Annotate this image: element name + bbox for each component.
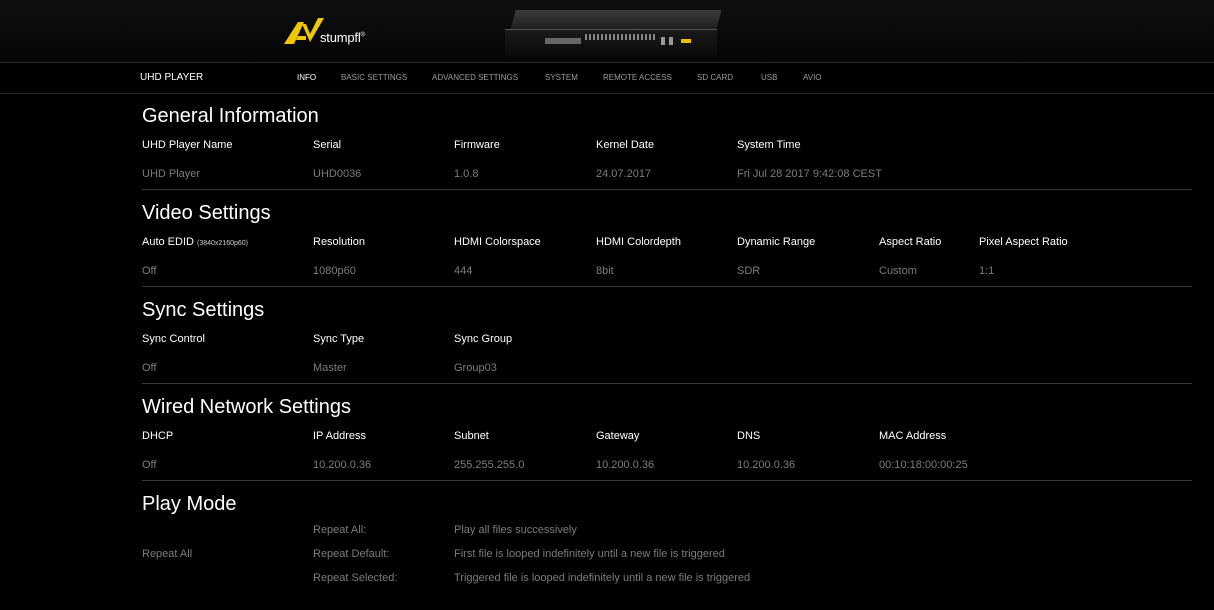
section-title: Video Settings bbox=[142, 202, 271, 224]
label-serial: Serial bbox=[313, 139, 342, 151]
header: stumpfl® bbox=[0, 0, 1214, 62]
current-play-mode: Repeat All bbox=[142, 548, 193, 560]
label-firmware: Firmware bbox=[454, 139, 500, 151]
label-sync-type: Sync Type bbox=[313, 333, 365, 345]
value-resolution: 1080p60 bbox=[313, 265, 356, 277]
label-dhcp: DHCP bbox=[142, 430, 174, 442]
tab-info[interactable]: INFO bbox=[297, 73, 316, 82]
option-repeat-all-name: Repeat All: bbox=[313, 524, 367, 536]
info-content: General Information UHD Player Name Seri… bbox=[142, 93, 1192, 591]
label-pixel-aspect-ratio: Pixel Aspect Ratio bbox=[979, 236, 1068, 248]
value-system-time: Fri Jul 28 2017 9:42:08 CEST bbox=[737, 168, 882, 180]
option-repeat-default-desc: First file is looped indefinitely until … bbox=[454, 548, 725, 560]
tab-sd-card[interactable]: SD CARD bbox=[697, 73, 733, 82]
label-gateway: Gateway bbox=[596, 430, 640, 442]
nav-bar: UHD PLAYER INFO BASIC SETTINGS ADVANCED … bbox=[0, 62, 1214, 94]
tab-advanced-settings[interactable]: ADVANCED SETTINGS bbox=[432, 73, 518, 82]
label-dynamic-range: Dynamic Range bbox=[737, 236, 816, 248]
tab-basic-settings[interactable]: BASIC SETTINGS bbox=[341, 73, 407, 82]
section-title: Wired Network Settings bbox=[142, 396, 351, 418]
label-mac-address: MAC Address bbox=[879, 430, 947, 442]
wired-network-section: Wired Network Settings DHCP IP Address S… bbox=[142, 392, 1192, 481]
tab-remote-access[interactable]: REMOTE ACCESS bbox=[603, 73, 672, 82]
value-firmware: 1.0.8 bbox=[454, 168, 479, 180]
av-logo-icon bbox=[284, 18, 324, 44]
value-sync-type: Master bbox=[313, 362, 347, 374]
edid-note: (3840x2160p60) bbox=[197, 240, 249, 247]
label-row: DHCP IP Address Subnet Gateway DNS MAC A… bbox=[142, 422, 1192, 451]
play-mode-option-row: Repeat All Repeat Default: First file is… bbox=[142, 543, 1192, 567]
play-mode-option-row: Repeat All: Play all files successively bbox=[142, 519, 1192, 543]
section-title: General Information bbox=[142, 105, 319, 127]
label-dns: DNS bbox=[737, 430, 761, 442]
value-serial: UHD0036 bbox=[313, 168, 362, 180]
label-auto-edid: Auto EDID (3840x2160p60) bbox=[142, 236, 249, 248]
option-repeat-selected-desc: Triggered file is looped indefinitely un… bbox=[454, 572, 751, 584]
value-auto-edid: Off bbox=[142, 265, 157, 277]
label-player-name: UHD Player Name bbox=[142, 139, 233, 151]
value-subnet: 255.255.255.0 bbox=[454, 459, 525, 471]
value-kernel-date: 24.07.2017 bbox=[596, 168, 652, 180]
device-image bbox=[505, 10, 722, 58]
video-settings-section: Video Settings Auto EDID (3840x2160p60) … bbox=[142, 198, 1192, 287]
label-row: UHD Player Name Serial Firmware Kernel D… bbox=[142, 131, 1192, 160]
value-sync-group: Group03 bbox=[454, 362, 497, 374]
brand-name: stumpfl® bbox=[320, 30, 365, 45]
label-row: Auto EDID (3840x2160p60) Resolution HDMI… bbox=[142, 228, 1192, 257]
value-ip-address: 10.200.0.36 bbox=[313, 459, 372, 471]
label-kernel-date: Kernel Date bbox=[596, 139, 655, 151]
tab-usb[interactable]: USB bbox=[761, 73, 777, 82]
label-resolution: Resolution bbox=[313, 236, 365, 248]
nav-title: UHD PLAYER bbox=[140, 72, 204, 83]
option-repeat-all-desc: Play all files successively bbox=[454, 524, 577, 536]
value-row: Off Master Group03 bbox=[142, 354, 1192, 383]
label-hdmi-colorspace: HDMI Colorspace bbox=[454, 236, 541, 248]
option-repeat-selected-name: Repeat Selected: bbox=[313, 572, 398, 584]
label-ip-address: IP Address bbox=[313, 430, 366, 442]
play-mode-section: Play Mode Repeat All: Play all files suc… bbox=[142, 489, 1192, 591]
label-hdmi-colordepth: HDMI Colordepth bbox=[596, 236, 681, 248]
value-row: Off 10.200.0.36 255.255.255.0 10.200.0.3… bbox=[142, 451, 1192, 480]
value-hdmi-colordepth: 8bit bbox=[596, 265, 614, 277]
sync-settings-section: Sync Settings Sync Control Sync Type Syn… bbox=[142, 295, 1192, 384]
play-mode-option-row: Repeat Selected: Triggered file is loope… bbox=[142, 567, 1192, 591]
value-sync-control: Off bbox=[142, 362, 157, 374]
value-row: UHD Player UHD0036 1.0.8 24.07.2017 Fri … bbox=[142, 160, 1192, 189]
value-pixel-aspect-ratio: 1:1 bbox=[979, 265, 995, 277]
av-stumpfl-logo: stumpfl® bbox=[284, 16, 404, 48]
value-dynamic-range: SDR bbox=[737, 265, 761, 277]
value-aspect-ratio: Custom bbox=[879, 265, 917, 277]
option-repeat-default-name: Repeat Default: bbox=[313, 548, 390, 560]
value-gateway: 10.200.0.36 bbox=[596, 459, 655, 471]
section-title: Sync Settings bbox=[142, 299, 265, 321]
tab-avio[interactable]: AVIO bbox=[803, 73, 822, 82]
value-player-name: UHD Player bbox=[142, 168, 201, 180]
label-sync-control: Sync Control bbox=[142, 333, 205, 345]
value-dns: 10.200.0.36 bbox=[737, 459, 796, 471]
label-row: Sync Control Sync Type Sync Group bbox=[142, 325, 1192, 354]
value-row: Off 1080p60 444 8bit SDR Custom 1:1 bbox=[142, 257, 1192, 286]
value-mac-address: 00:10:18:00:00:25 bbox=[879, 459, 968, 471]
label-system-time: System Time bbox=[737, 139, 801, 151]
label-subnet: Subnet bbox=[454, 430, 489, 442]
value-dhcp: Off bbox=[142, 459, 157, 471]
value-hdmi-colorspace: 444 bbox=[454, 265, 473, 277]
label-aspect-ratio: Aspect Ratio bbox=[879, 236, 942, 248]
general-information-section: General Information UHD Player Name Seri… bbox=[142, 101, 1192, 190]
section-title: Play Mode bbox=[142, 493, 237, 515]
tab-system[interactable]: SYSTEM bbox=[545, 73, 578, 82]
label-sync-group: Sync Group bbox=[454, 333, 513, 345]
